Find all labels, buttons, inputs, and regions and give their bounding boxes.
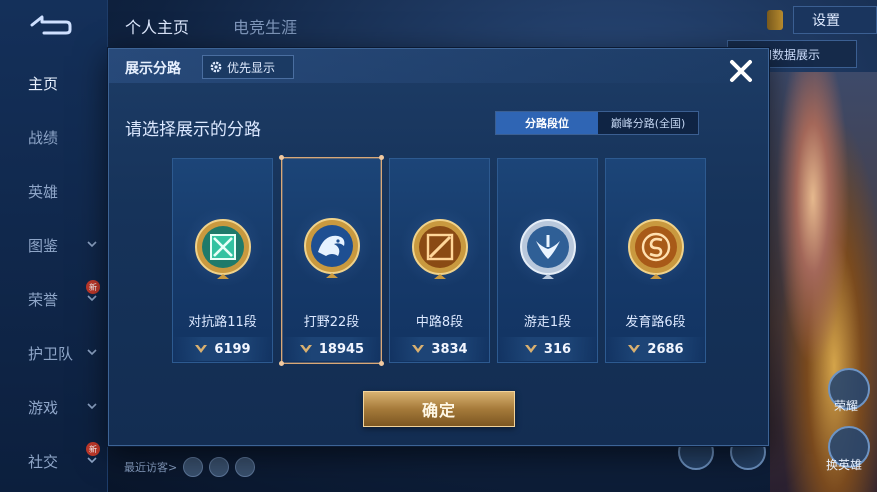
avatar[interactable] [209, 457, 230, 477]
lane-card-farm[interactable]: 发育路6段 2686 [605, 158, 706, 363]
sidebar-item-label: 图鉴 [28, 236, 59, 255]
sidebar: 主页 战绩 英雄 图鉴 荣誉 新 护卫队 游戏 社交 新 [0, 0, 108, 492]
sidebar-item-gallery[interactable]: 图鉴 [0, 218, 108, 272]
top-tabs: 个人主页 电竞生涯 [125, 14, 297, 38]
sidebar-item-home[interactable]: 主页 [0, 56, 108, 110]
lane-rank-label: 打野22段 [303, 315, 360, 330]
recent-visitors-label: 最近访客> [124, 461, 178, 474]
peak-score-icon [524, 345, 537, 353]
roam-emblem-icon [520, 219, 576, 279]
settings-label: 设置 [812, 13, 840, 29]
recent-visitors[interactable]: 最近访客> [124, 457, 256, 477]
lane-card-roam[interactable]: 游走1段 316 [497, 158, 598, 363]
sidebar-item-game[interactable]: 游戏 [0, 380, 108, 434]
sidebar-item-label: 英雄 [28, 182, 59, 201]
dialog-title: 展示分路 [125, 61, 181, 77]
lane-display-dialog: 展示分路 优先显示 请选择展示的分路 分路段位 巅峰分路(全国) 对抗路11段 … [108, 48, 769, 446]
lane-rank-label: 发育路6段 [625, 315, 686, 330]
sidebar-item-label: 护卫队 [28, 344, 74, 363]
toggle-peak-lane-label: 巅峰分路(全国) [610, 117, 686, 130]
score-bar: 18945 [282, 337, 381, 361]
sidebar-item-social[interactable]: 社交 新 [0, 434, 108, 488]
toggle-lane-rank-label: 分路段位 [525, 117, 569, 130]
selection-corner [279, 361, 284, 366]
chevron-down-icon [87, 241, 97, 248]
score-bar: 316 [498, 337, 597, 361]
lane-rank-label: 对抗路11段 [188, 315, 257, 330]
sidebar-item-label: 社交 [28, 452, 59, 471]
change-hero-label: 换英雄 [826, 458, 863, 472]
lane-card-jungle[interactable]: 打野22段 18945 [279, 155, 384, 366]
avatar[interactable] [235, 457, 256, 477]
sidebar-item-honor[interactable]: 荣誉 新 [0, 272, 108, 326]
tab-profile[interactable]: 个人主页 [125, 14, 189, 38]
lane-mode-toggle: 分路段位 巅峰分路(全国) [495, 111, 699, 135]
chevron-down-icon [87, 403, 97, 410]
sidebar-item-guard[interactable]: 护卫队 [0, 326, 108, 380]
priority-display-button[interactable]: 优先显示 [202, 55, 294, 79]
priority-display-label: 优先显示 [227, 60, 276, 75]
rank-button-label: 荣耀 [834, 399, 859, 413]
confirm-label: 确定 [421, 401, 456, 420]
peak-score-icon [628, 345, 641, 353]
close-icon [730, 60, 752, 82]
score-bar: 3834 [390, 337, 489, 361]
selection-corner [279, 155, 284, 160]
clash-lane-emblem-icon [195, 219, 251, 279]
chevron-down-icon [87, 349, 97, 356]
confirm-button[interactable]: 确定 [363, 391, 515, 427]
tab-esports[interactable]: 电竞生涯 [233, 14, 297, 38]
lane-select-prompt: 请选择展示的分路 [125, 120, 261, 140]
chevron-down-icon [87, 457, 97, 464]
lane-score: 3834 [431, 341, 468, 357]
score-bar: 6199 [173, 337, 272, 361]
status-pill [767, 10, 783, 30]
sidebar-item-label: 荣誉 [28, 290, 59, 309]
sidebar-item-label: 主页 [28, 74, 59, 93]
avatar[interactable] [183, 457, 204, 477]
mid-lane-emblem-icon [412, 219, 468, 279]
lane-card-clash[interactable]: 对抗路11段 6199 [172, 158, 273, 363]
lane-score: 2686 [647, 341, 684, 357]
toggle-peak-lane[interactable]: 巅峰分路(全国) [598, 112, 698, 134]
lane-card-mid[interactable]: 中路8段 3834 [389, 158, 490, 363]
jungle-dragon-emblem-icon [304, 218, 360, 278]
settings-button[interactable]: 设置 [793, 6, 877, 34]
peak-score-icon [195, 345, 208, 353]
close-button[interactable] [725, 55, 757, 87]
score-bar: 2686 [606, 337, 705, 361]
sidebar-item-label: 战绩 [28, 128, 59, 147]
sidebar-item-heroes[interactable]: 英雄 [0, 164, 108, 218]
lane-rank-label: 游走1段 [523, 315, 572, 330]
peak-score-icon [299, 345, 312, 353]
peak-score-icon [412, 345, 425, 353]
back-arrow-icon[interactable] [26, 12, 74, 38]
chevron-down-icon [87, 295, 97, 302]
lane-score: 6199 [214, 341, 251, 357]
gear-icon [210, 61, 222, 73]
sidebar-item-record[interactable]: 战绩 [0, 110, 108, 164]
farm-lane-emblem-icon [628, 219, 684, 279]
top-right-bar: 设置 [767, 6, 877, 34]
lane-score: 316 [543, 341, 572, 357]
sidebar-item-label: 游戏 [28, 398, 59, 417]
selection-corner [379, 155, 384, 160]
toggle-lane-rank[interactable]: 分路段位 [496, 112, 598, 134]
selection-corner [379, 361, 384, 366]
lane-rank-label: 中路8段 [415, 315, 464, 330]
lane-score: 18945 [318, 341, 365, 357]
